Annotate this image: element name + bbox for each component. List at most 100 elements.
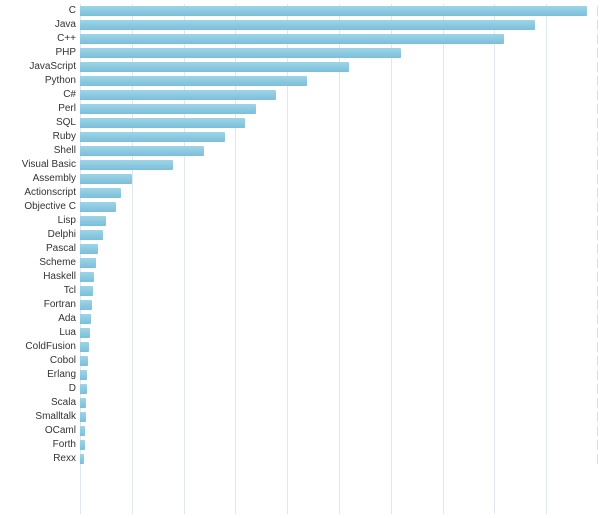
table-row: ColdFusion <box>0 340 598 353</box>
bar-fill <box>80 398 86 408</box>
bar-track <box>80 34 598 44</box>
bar-label: ColdFusion <box>0 341 80 352</box>
bar-track <box>80 258 598 268</box>
bar-fill <box>80 230 103 240</box>
bar-label: Visual Basic <box>0 159 80 170</box>
chart-area: CJavaC++PHPJavaScriptPythonC#PerlSQLRuby… <box>0 4 598 514</box>
bar-track <box>80 6 598 16</box>
table-row: Tcl <box>0 284 598 297</box>
bar-label: Java <box>0 19 80 30</box>
bar-track <box>80 132 598 142</box>
bar-label: Assembly <box>0 173 80 184</box>
bar-label: Objective C <box>0 201 80 212</box>
bar-track <box>80 216 598 226</box>
bar-label: Haskell <box>0 271 80 282</box>
bar-track <box>80 202 598 212</box>
bar-track <box>80 314 598 324</box>
bar-label: Lisp <box>0 215 80 226</box>
bar-label: Lua <box>0 327 80 338</box>
bar-track <box>80 48 598 58</box>
bar-track <box>80 90 598 100</box>
bar-label: PHP <box>0 47 80 58</box>
bar-label: SQL <box>0 117 80 128</box>
bar-label: Delphi <box>0 229 80 240</box>
table-row: Ada <box>0 312 598 325</box>
bar-track <box>80 20 598 30</box>
bar-label: Tcl <box>0 285 80 296</box>
bar-label: Scala <box>0 397 80 408</box>
table-row: PHP <box>0 46 598 59</box>
bar-label: C# <box>0 89 80 100</box>
table-row: Lisp <box>0 214 598 227</box>
table-row: Python <box>0 74 598 87</box>
bar-fill <box>80 76 307 86</box>
bar-track <box>80 300 598 310</box>
bar-fill <box>80 216 106 226</box>
bar-fill <box>80 370 87 380</box>
bar-track <box>80 398 598 408</box>
bar-fill <box>80 62 349 72</box>
bar-fill <box>80 132 225 142</box>
bar-fill <box>80 356 88 366</box>
bar-fill <box>80 384 87 394</box>
bar-fill <box>80 90 276 100</box>
table-row: Haskell <box>0 270 598 283</box>
bar-fill <box>80 300 92 310</box>
bar-fill <box>80 258 96 268</box>
bar-label: Shell <box>0 145 80 156</box>
bar-fill <box>80 412 86 422</box>
bar-track <box>80 230 598 240</box>
table-row: OCaml <box>0 424 598 437</box>
bar-fill <box>80 426 85 436</box>
table-row: Cobol <box>0 354 598 367</box>
bar-label: Forth <box>0 439 80 450</box>
bar-track <box>80 370 598 380</box>
bar-label: Python <box>0 75 80 86</box>
table-row: JavaScript <box>0 60 598 73</box>
table-row: Assembly <box>0 172 598 185</box>
bar-fill <box>80 188 121 198</box>
table-row: SQL <box>0 116 598 129</box>
table-row: Ruby <box>0 130 598 143</box>
bar-label: Scheme <box>0 257 80 268</box>
bar-fill <box>80 328 90 338</box>
table-row: Java <box>0 18 598 31</box>
chart-container: CJavaC++PHPJavaScriptPythonC#PerlSQLRuby… <box>0 0 600 518</box>
bar-fill <box>80 20 535 30</box>
bar-label: Actionscript <box>0 187 80 198</box>
bar-fill <box>80 34 504 44</box>
bar-track <box>80 272 598 282</box>
bar-fill <box>80 160 173 170</box>
table-row: Shell <box>0 144 598 157</box>
bar-track <box>80 160 598 170</box>
table-row: C++ <box>0 32 598 45</box>
bar-label: D <box>0 383 80 394</box>
table-row: Objective C <box>0 200 598 213</box>
table-row: Scala <box>0 396 598 409</box>
table-row: Forth <box>0 438 598 451</box>
bar-label: Perl <box>0 103 80 114</box>
table-row: Smalltalk <box>0 410 598 423</box>
bar-label: Ada <box>0 313 80 324</box>
bar-fill <box>80 244 98 254</box>
bar-fill <box>80 48 401 58</box>
bar-fill <box>80 118 245 128</box>
bar-fill <box>80 272 94 282</box>
bar-track <box>80 244 598 254</box>
bar-fill <box>80 104 256 114</box>
bar-fill <box>80 6 587 16</box>
bar-label: Ruby <box>0 131 80 142</box>
table-row: Visual Basic <box>0 158 598 171</box>
bar-track <box>80 188 598 198</box>
bar-fill <box>80 174 132 184</box>
bar-fill <box>80 342 89 352</box>
table-row: C# <box>0 88 598 101</box>
table-row: D <box>0 382 598 395</box>
bar-track <box>80 174 598 184</box>
table-row: Lua <box>0 326 598 339</box>
bar-track <box>80 342 598 352</box>
bar-track <box>80 146 598 156</box>
table-row: Perl <box>0 102 598 115</box>
bar-label: Cobol <box>0 355 80 366</box>
table-row: Fortran <box>0 298 598 311</box>
